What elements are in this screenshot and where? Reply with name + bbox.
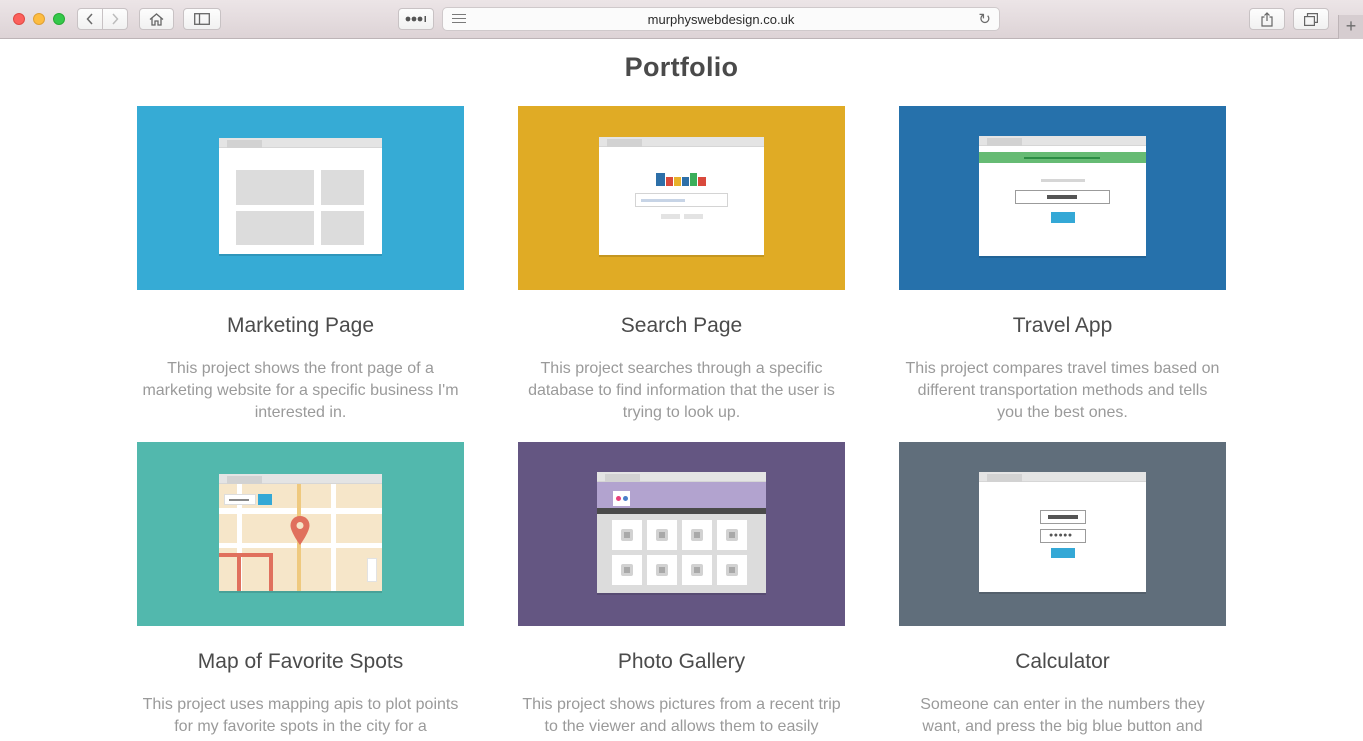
tabs-button[interactable] [1293, 8, 1329, 30]
address-bar[interactable]: murphyswebdesign.co.uk ↻ [442, 7, 1000, 31]
project-title: Photo Gallery [617, 650, 746, 673]
forward-button[interactable] [102, 8, 128, 30]
project-title: Search Page [620, 314, 743, 337]
project-title: Calculator [1015, 650, 1110, 673]
project-card-search[interactable]: Search Page This project searches throug… [518, 106, 845, 424]
browser-toolbar: murphyswebdesign.co.uk ↻ + [0, 0, 1363, 39]
calculator-thumbnail[interactable]: ●●●●● [899, 442, 1226, 626]
tabs-icon [1304, 12, 1318, 26]
project-description: Someone can enter in the numbers they wa… [920, 696, 1205, 735]
back-icon [86, 13, 93, 25]
mini-browser-window [979, 136, 1146, 256]
sidebar-button[interactable] [183, 8, 221, 30]
gallery-photo-tile [682, 555, 712, 585]
home-button[interactable] [139, 8, 174, 30]
travel-thumbnail[interactable] [899, 106, 1226, 290]
gallery-photo-tile [717, 555, 747, 585]
gallery-photo-tile [647, 555, 677, 585]
close-window-button[interactable] [13, 13, 25, 25]
project-title: Map of Favorite Spots [197, 650, 404, 673]
project-description: This project searches through a specific… [528, 360, 835, 421]
mini-browser-window: ●●●●● [979, 472, 1146, 592]
minimize-window-button[interactable] [33, 13, 45, 25]
map-pin-icon [290, 516, 310, 545]
project-card-marketing[interactable]: Marketing Page This project shows the fr… [137, 106, 464, 424]
map-thumbnail[interactable] [137, 442, 464, 626]
mini-browser-window [599, 137, 764, 255]
zoom-window-button[interactable] [53, 13, 65, 25]
project-card-travel[interactable]: Travel App This project compares travel … [899, 106, 1226, 424]
back-button[interactable] [77, 8, 103, 30]
project-card-gallery[interactable]: Photo Gallery This project shows picture… [518, 442, 845, 738]
search-thumbnail[interactable] [518, 106, 845, 290]
forward-icon [112, 13, 119, 25]
project-title: Travel App [1012, 314, 1113, 337]
more-icon [405, 16, 426, 22]
project-card-calculator[interactable]: ●●●●● Calculator Someone can enter in th… [899, 442, 1226, 738]
project-description: This project shows the front page of a m… [142, 360, 459, 421]
nav-buttons [77, 8, 128, 30]
new-tab-icon[interactable]: + [1338, 15, 1363, 39]
gallery-thumbnail[interactable] [518, 442, 845, 626]
share-button[interactable] [1249, 8, 1285, 30]
mini-browser-window [597, 472, 766, 593]
reload-icon[interactable]: ↻ [978, 10, 991, 28]
project-title: Marketing Page [226, 314, 375, 337]
gallery-photo-tile [647, 520, 677, 550]
gallery-photo-tile [612, 555, 642, 585]
more-button[interactable] [398, 8, 434, 30]
sidebar-icon [194, 13, 210, 25]
mini-browser-window [219, 474, 382, 591]
project-description: This project uses mapping apis to plot p… [142, 696, 459, 735]
mini-browser-window [219, 138, 382, 254]
project-description: This project compares travel times based… [905, 360, 1220, 421]
project-card-map[interactable]: Map of Favorite Spots This project uses … [137, 442, 464, 738]
home-icon [149, 12, 164, 26]
gallery-photo-tile [612, 520, 642, 550]
share-icon [1261, 11, 1273, 27]
page-title: Portfolio [624, 52, 739, 82]
project-description: This project shows pictures from a recen… [522, 696, 841, 735]
marketing-thumbnail[interactable] [137, 106, 464, 290]
gallery-photo-tile [717, 520, 747, 550]
gallery-photo-tile [682, 520, 712, 550]
address-url: murphyswebdesign.co.uk [647, 12, 795, 27]
